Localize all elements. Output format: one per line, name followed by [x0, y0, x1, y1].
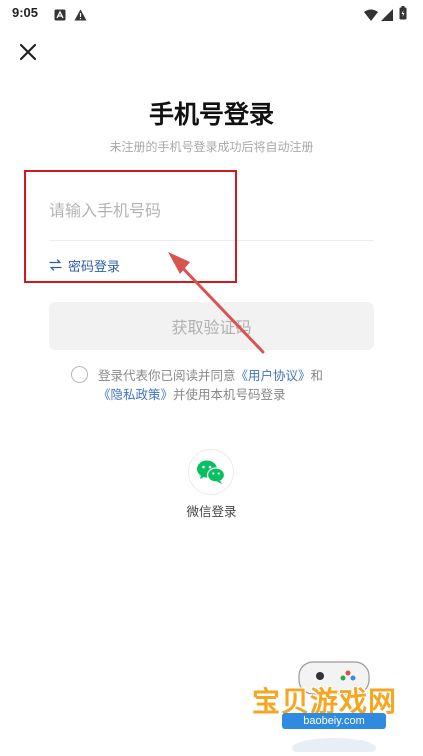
page-title: 手机号登录 — [148, 100, 274, 129]
privacy-policy-link[interactable]: 《隐私政策》 — [98, 387, 173, 402]
wifi-icon — [364, 6, 378, 25]
wechat-icon — [197, 460, 226, 484]
agreement-prefix: 登录代表你已阅读并同意 — [98, 368, 236, 383]
page-subtitle: 未注册的手机号登录成功后将自动注册 — [109, 140, 314, 154]
agreement-suffix: 并使用本机号码登录 — [173, 387, 286, 402]
battery-icon — [399, 5, 407, 24]
notification-a-icon — [54, 6, 66, 25]
signal-icon — [381, 6, 393, 25]
wechat-login-label: 微信登录 — [186, 504, 237, 519]
agreement-checkbox[interactable] — [71, 366, 88, 383]
get-code-button[interactable]: 获取验证码 — [49, 302, 374, 350]
warning-icon — [74, 6, 87, 25]
watermark-url: baobeiy.com — [282, 713, 386, 729]
wechat-login-button[interactable] — [188, 449, 234, 495]
close-icon — [19, 43, 37, 61]
status-time: 9:05 — [12, 5, 39, 20]
user-agreement-link[interactable]: 《用户协议》 — [236, 368, 311, 383]
agreement-text: 登录代表你已阅读并同意《用户协议》和《隐私政策》并使用本机号码登录 — [98, 366, 338, 404]
agreement-and: 和 — [310, 368, 324, 383]
highlight-box — [24, 170, 237, 283]
close-button[interactable] — [16, 40, 40, 64]
status-bar: 9:05 — [0, 0, 423, 26]
